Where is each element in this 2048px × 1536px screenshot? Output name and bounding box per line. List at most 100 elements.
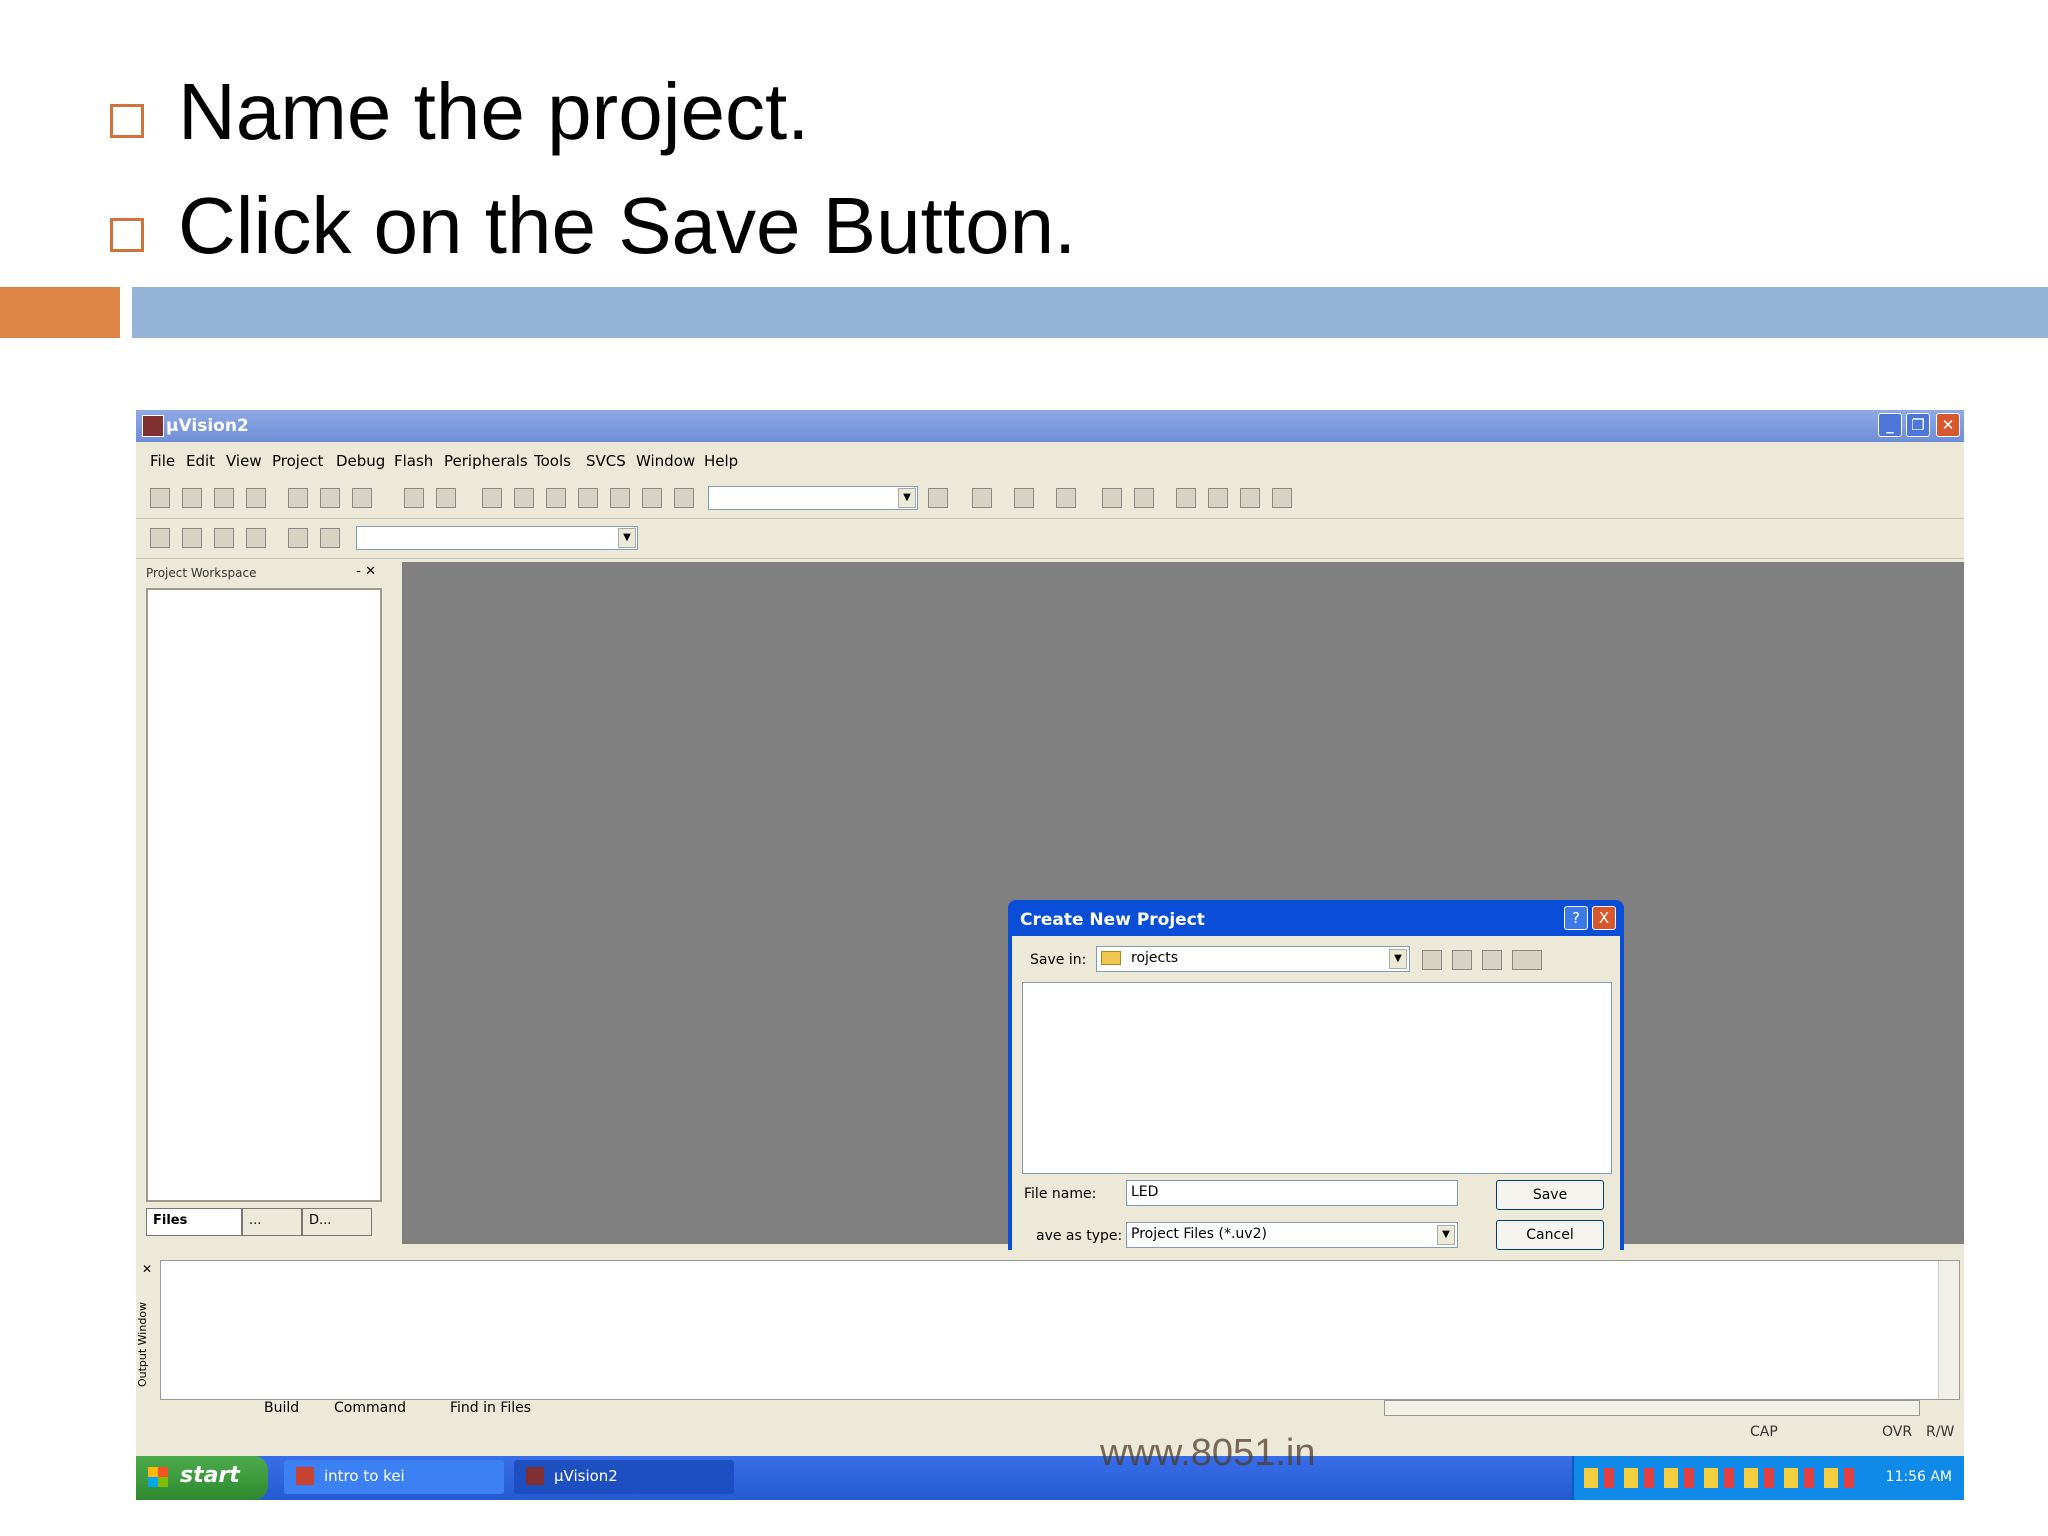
chevron-down-icon[interactable]: ▼ bbox=[1437, 1225, 1455, 1245]
save-icon[interactable] bbox=[214, 488, 234, 508]
mdi-client-area: Create New Project ? X Save in: rojects … bbox=[402, 562, 1964, 1274]
uvision-icon bbox=[526, 1467, 544, 1485]
tab-files[interactable]: Files bbox=[146, 1208, 242, 1236]
bookmark-prev-icon[interactable] bbox=[610, 488, 630, 508]
menu-peripherals[interactable]: Peripherals bbox=[444, 452, 528, 470]
file-name-label: File name: bbox=[1024, 1186, 1097, 1202]
save-in-combo[interactable]: rojects ▼ bbox=[1096, 946, 1410, 972]
menu-window[interactable]: Window bbox=[636, 452, 695, 470]
stop-build-icon[interactable] bbox=[246, 528, 266, 548]
status-bar: CAP OVR R/W bbox=[136, 1420, 1964, 1444]
status-cap: CAP bbox=[1750, 1424, 1778, 1440]
cancel-button[interactable]: Cancel bbox=[1496, 1220, 1604, 1250]
unindent-icon[interactable] bbox=[514, 488, 534, 508]
slide-bullet-1: Name the project. bbox=[178, 67, 810, 156]
tab-command[interactable]: Command bbox=[334, 1400, 406, 1416]
create-new-project-dialog: Create New Project ? X Save in: rojects … bbox=[1008, 900, 1624, 1274]
find-icon[interactable] bbox=[928, 488, 948, 508]
dialog-help-button[interactable]: ? bbox=[1564, 906, 1588, 930]
dialog-close-button[interactable]: X bbox=[1592, 906, 1616, 930]
tab-books[interactable]: D... bbox=[302, 1208, 372, 1236]
windows-logo-icon bbox=[148, 1467, 168, 1487]
app-icon bbox=[142, 415, 164, 437]
debug-session-icon[interactable] bbox=[972, 488, 992, 508]
build-target-icon[interactable] bbox=[182, 528, 202, 548]
bookmark-next-icon[interactable] bbox=[578, 488, 598, 508]
copy-icon[interactable] bbox=[320, 488, 340, 508]
toolbar-file: ▼ bbox=[136, 480, 1964, 519]
translate-icon[interactable] bbox=[150, 528, 170, 548]
taskbar-item-intro[interactable]: intro to kei bbox=[284, 1460, 504, 1494]
workspace-window-icon[interactable] bbox=[1102, 488, 1122, 508]
bookmark-clear-icon[interactable] bbox=[642, 488, 662, 508]
menu-project[interactable]: Project bbox=[272, 452, 323, 470]
chevron-down-icon[interactable]: ▼ bbox=[618, 528, 636, 548]
up-folder-icon[interactable] bbox=[1452, 950, 1472, 970]
watermark: www.8051.in bbox=[1100, 1432, 1316, 1474]
clock[interactable]: 11:56 AM bbox=[1886, 1469, 1952, 1485]
source-browser-icon[interactable] bbox=[1176, 488, 1196, 508]
tab-build[interactable]: Build bbox=[264, 1400, 299, 1416]
download-icon[interactable] bbox=[288, 528, 308, 548]
slide-header-bar bbox=[132, 287, 2048, 338]
help-icon[interactable] bbox=[1272, 488, 1292, 508]
file-list[interactable] bbox=[1022, 982, 1612, 1174]
output-window-icon[interactable] bbox=[1134, 488, 1154, 508]
indent-icon[interactable] bbox=[482, 488, 502, 508]
tab-regs[interactable]: ... bbox=[242, 1208, 302, 1236]
system-tray: 11:56 AM bbox=[1572, 1456, 1964, 1500]
output-text-area[interactable] bbox=[160, 1260, 1960, 1400]
menu-svcs[interactable]: SVCS bbox=[586, 452, 626, 470]
bookmark-icon[interactable] bbox=[546, 488, 566, 508]
rebuild-all-icon[interactable] bbox=[214, 528, 234, 548]
new-folder-icon[interactable] bbox=[1482, 950, 1502, 970]
toolbar-build: ▼ bbox=[136, 520, 1964, 559]
save-button[interactable]: Save bbox=[1496, 1180, 1604, 1210]
chevron-down-icon[interactable]: ▼ bbox=[1389, 949, 1407, 969]
tools-icon[interactable] bbox=[1208, 488, 1228, 508]
menu-edit[interactable]: Edit bbox=[186, 452, 215, 470]
books-icon[interactable] bbox=[1240, 488, 1260, 508]
slide-accent-bar bbox=[0, 287, 120, 338]
minimize-button[interactable]: _ bbox=[1878, 413, 1902, 437]
chevron-down-icon[interactable]: ▼ bbox=[898, 488, 916, 508]
options-icon[interactable] bbox=[320, 528, 340, 548]
output-scrollbar[interactable] bbox=[1938, 1261, 1959, 1399]
target-combo[interactable]: ▼ bbox=[356, 526, 638, 550]
workspace-close-icon[interactable]: - ✕ bbox=[356, 564, 376, 579]
uvision-window: µVision2 _ ❐ ✕ File Edit View Project De… bbox=[136, 410, 1964, 1500]
menu-view[interactable]: View bbox=[226, 452, 262, 470]
tab-find-in-files[interactable]: Find in Files bbox=[450, 1400, 531, 1416]
output-close-icon[interactable]: ✕ bbox=[142, 1262, 152, 1276]
close-button[interactable]: ✕ bbox=[1936, 413, 1960, 437]
find-combo[interactable]: ▼ bbox=[708, 486, 918, 510]
file-name-input[interactable]: LED bbox=[1126, 1180, 1458, 1206]
back-icon[interactable] bbox=[1422, 950, 1442, 970]
restore-button[interactable]: ❐ bbox=[1906, 413, 1930, 437]
print-icon[interactable] bbox=[1014, 488, 1034, 508]
menu-file[interactable]: File bbox=[150, 452, 175, 470]
dialog-title: Create New Project bbox=[1020, 910, 1205, 930]
new-file-icon[interactable] bbox=[150, 488, 170, 508]
taskbar-item-uvision[interactable]: µVision2 bbox=[514, 1460, 734, 1494]
save-as-type-select[interactable]: Project Files (*.uv2) ▼ bbox=[1126, 1222, 1458, 1248]
save-all-icon[interactable] bbox=[246, 488, 266, 508]
open-file-icon[interactable] bbox=[182, 488, 202, 508]
menu-debug[interactable]: Debug bbox=[336, 452, 385, 470]
menu-help[interactable]: Help bbox=[704, 452, 738, 470]
cut-icon[interactable] bbox=[288, 488, 308, 508]
redo-icon[interactable] bbox=[436, 488, 456, 508]
workspace-title: Project Workspace bbox=[146, 566, 257, 580]
workspace-tree[interactable] bbox=[146, 588, 382, 1202]
undo-icon[interactable] bbox=[404, 488, 424, 508]
menu-tools[interactable]: Tools bbox=[534, 452, 571, 470]
menu-flash[interactable]: Flash bbox=[394, 452, 433, 470]
save-as-type-label: ave as type: bbox=[1036, 1228, 1123, 1244]
view-menu-icon[interactable] bbox=[1512, 950, 1542, 970]
find-in-files-icon[interactable] bbox=[674, 488, 694, 508]
zoom-icon[interactable] bbox=[1056, 488, 1076, 508]
start-button[interactable]: start bbox=[136, 1456, 268, 1500]
output-hscrollbar[interactable] bbox=[1384, 1400, 1920, 1416]
paste-icon[interactable] bbox=[352, 488, 372, 508]
folder-icon bbox=[1101, 951, 1121, 965]
